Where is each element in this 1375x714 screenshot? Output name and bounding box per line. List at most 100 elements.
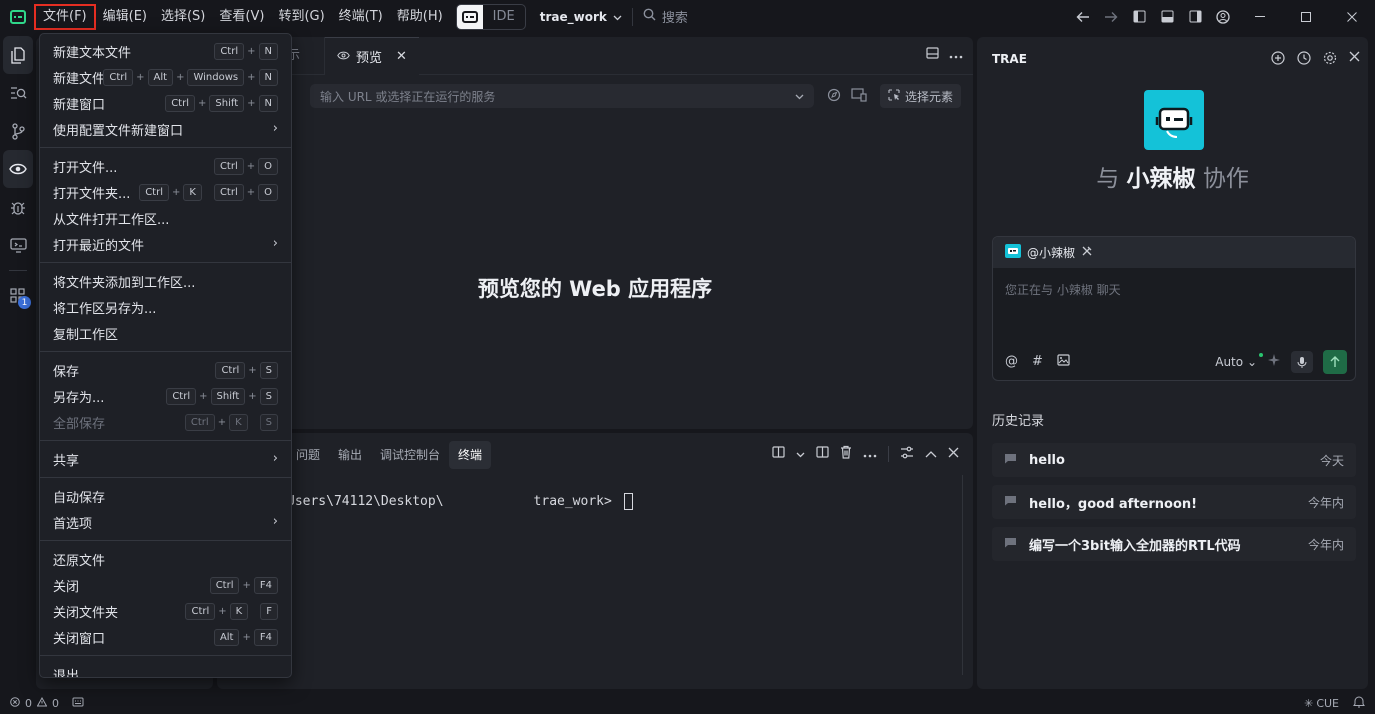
command-search[interactable]: 搜索 <box>643 7 688 26</box>
menu-file[interactable]: 文件(F) <box>34 3 96 30</box>
menu-go[interactable]: 转到(G) <box>271 4 331 30</box>
tab-terminal[interactable]: 终端 <box>449 441 492 469</box>
file-menu-item[interactable]: 新建文本文件 Ctrl + N <box>40 38 291 64</box>
file-menu-item[interactable]: 退出 <box>40 661 291 678</box>
debug-icon[interactable] <box>0 188 36 226</box>
maximize-button[interactable] <box>1283 0 1329 33</box>
ide-mode-toggle[interactable]: IDE <box>455 3 526 30</box>
minimize-button[interactable] <box>1237 0 1283 33</box>
file-menu-item[interactable]: 还原文件 <box>40 546 291 572</box>
more-icon[interactable] <box>949 48 963 63</box>
file-menu-item[interactable]: 保存 Ctrl + S <box>40 357 291 383</box>
history-icon[interactable] <box>1297 51 1311 69</box>
tab-output[interactable]: 输出 <box>329 441 371 469</box>
history-item[interactable]: 编写一个3bit输入全加器的RTL代码 今年内 <box>992 527 1356 561</box>
hash-icon[interactable]: # <box>1032 354 1043 370</box>
menu-help[interactable]: 帮助(H) <box>390 4 450 30</box>
remote-icon[interactable] <box>0 226 36 264</box>
file-menu-item[interactable]: 首选项 › <box>40 509 291 535</box>
file-menu-item[interactable]: 使用配置文件新建窗口 › <box>40 116 291 142</box>
file-menu-item[interactable]: 将工作区另存为... <box>40 294 291 320</box>
toggle-aux-bar-icon[interactable] <box>1181 3 1209 31</box>
forward-arrow-icon[interactable] <box>1097 3 1125 31</box>
file-menu-item[interactable]: 复制工作区 <box>40 320 291 346</box>
close-icon[interactable] <box>1349 51 1360 69</box>
split-editor-icon[interactable] <box>926 47 939 63</box>
history-item[interactable]: hello，good afternoon! 今年内 <box>992 485 1356 519</box>
send-button[interactable] <box>1323 350 1347 374</box>
agent-chip[interactable]: @小辣椒 <box>993 237 1355 268</box>
split-terminal-icon[interactable] <box>772 446 785 462</box>
menu-item-label: 将工作区另存为... <box>53 301 157 317</box>
error-icon[interactable] <box>10 696 20 710</box>
close-panel-icon[interactable] <box>948 447 959 462</box>
close-tab-icon[interactable]: ✕ <box>396 49 407 64</box>
file-menu-item[interactable]: 从文件打开工作区... <box>40 205 291 231</box>
search-icon[interactable] <box>0 74 36 112</box>
new-chat-icon[interactable] <box>1271 51 1285 69</box>
image-icon[interactable] <box>1057 354 1070 370</box>
notification-bell-icon[interactable] <box>1353 695 1365 711</box>
tools-icon[interactable] <box>1081 245 1093 260</box>
more-icon[interactable] <box>863 447 877 462</box>
file-menu-item[interactable]: 关闭文件夹 Ctrl + K F <box>40 598 291 624</box>
maximize-panel-icon[interactable] <box>925 447 937 462</box>
file-menu-item[interactable]: 打开文件夹... Ctrl + K Ctrl + O <box>40 179 291 205</box>
source-control-icon[interactable] <box>0 112 36 150</box>
scrollbar[interactable] <box>962 475 963 675</box>
plus-glyph: + <box>248 365 257 376</box>
mention-icon[interactable]: @ <box>1005 354 1018 370</box>
trash-icon[interactable] <box>840 445 852 463</box>
chat-input-box: @小辣椒 您正在与 小辣椒 聊天 @ # Auto ⌄ <box>992 236 1356 381</box>
tab-preview[interactable]: 预览 ✕ <box>325 37 419 75</box>
file-menu-item[interactable]: 新建窗口 Ctrl + Shift + N <box>40 90 291 116</box>
file-menu-item[interactable]: 关闭 Ctrl + F4 <box>40 572 291 598</box>
chat-input[interactable]: 您正在与 小辣椒 聊天 <box>1005 281 1121 298</box>
back-arrow-icon[interactable] <box>1069 3 1097 31</box>
microphone-button[interactable] <box>1291 351 1313 373</box>
error-count[interactable]: 0 <box>25 697 32 710</box>
file-menu-item[interactable]: 将文件夹添加到工作区... <box>40 268 291 294</box>
file-menu-item[interactable]: 关闭窗口 Alt + F4 <box>40 624 291 650</box>
model-select[interactable]: Auto ⌄ <box>1215 353 1263 369</box>
split-panel-icon[interactable] <box>816 446 829 462</box>
file-menu-item[interactable]: 全部保存 Ctrl + K S <box>40 409 291 435</box>
keycap: Ctrl <box>215 362 246 379</box>
file-menu-item[interactable]: 另存为... Ctrl + Shift + S <box>40 383 291 409</box>
gear-icon[interactable] <box>1323 51 1337 69</box>
menu-selection[interactable]: 选择(S) <box>154 4 212 30</box>
cue-indicator[interactable]: ✳ CUE <box>1304 697 1339 710</box>
account-icon[interactable] <box>1209 3 1237 31</box>
terminal-output[interactable]: Users\74112\Desktop\ trae_work> <box>287 493 633 510</box>
device-icon[interactable] <box>851 88 867 106</box>
file-menu-item[interactable]: 打开文件... Ctrl + O <box>40 153 291 179</box>
explorer-icon[interactable] <box>3 36 33 74</box>
warning-icon[interactable] <box>36 696 48 710</box>
chevron-down-icon[interactable] <box>796 447 805 462</box>
select-element-button[interactable]: 选择元素 <box>880 84 962 108</box>
tab-problems[interactable]: 问题 <box>287 441 329 469</box>
file-menu-item[interactable]: 打开最近的文件 › <box>40 231 291 257</box>
file-menu-item[interactable]: 新建文件... Ctrl + Alt + Windows + N <box>40 64 291 90</box>
file-menu-item[interactable]: 共享 › <box>40 446 291 472</box>
close-button[interactable] <box>1329 0 1375 33</box>
toggle-sidebar-icon[interactable] <box>1125 3 1153 31</box>
terminal-prompt: trae_work> <box>533 494 620 509</box>
preview-eye-icon[interactable] <box>3 150 33 188</box>
compass-icon[interactable] <box>827 88 841 106</box>
ports-icon[interactable] <box>72 697 84 710</box>
sparkle-icon[interactable] <box>1267 353 1281 371</box>
history-item[interactable]: hello 今天 <box>992 443 1356 477</box>
project-switcher[interactable]: trae_work <box>540 10 622 24</box>
warning-count[interactable]: 0 <box>52 697 59 710</box>
file-menu-item[interactable]: 自动保存 <box>40 483 291 509</box>
menu-edit[interactable]: 编辑(E) <box>96 4 154 30</box>
url-input[interactable]: 输入 URL 或选择正在运行的服务 <box>310 84 814 108</box>
menu-terminal[interactable]: 终端(T) <box>332 4 390 30</box>
chevron-down-icon[interactable] <box>795 89 804 103</box>
tab-debug-console[interactable]: 调试控制台 <box>371 441 449 469</box>
menu-view[interactable]: 查看(V) <box>212 4 271 30</box>
toggle-panel-icon[interactable] <box>1153 3 1181 31</box>
settings-sliders-icon[interactable] <box>900 446 914 463</box>
extensions-icon[interactable]: 1 <box>0 277 36 315</box>
